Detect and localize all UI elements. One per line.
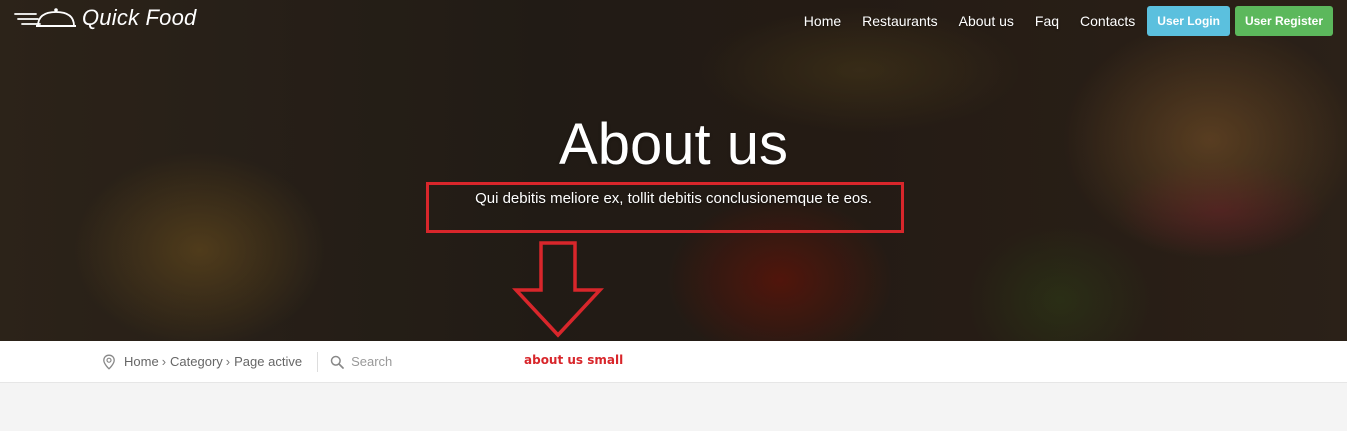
nav-about-us[interactable]: About us	[959, 13, 1014, 29]
brand-logo[interactable]: Quick Food	[14, 4, 197, 32]
breadcrumb-category[interactable]: Category	[170, 354, 223, 369]
breadcrumb-separator: ›	[225, 354, 231, 369]
breadcrumb-bar: Home › Category › Page active about us s…	[0, 341, 1347, 383]
breadcrumb-divider	[317, 351, 319, 372]
annotation-arrow-icon	[512, 241, 604, 338]
user-login-button[interactable]: User Login	[1147, 6, 1230, 36]
search-icon	[330, 355, 344, 369]
nav-restaurants[interactable]: Restaurants	[862, 13, 937, 29]
hero-banner: Quick Food Home Restaurants About us Faq…	[0, 0, 1347, 341]
search-box	[330, 354, 502, 369]
annotation-highlight-box	[426, 182, 904, 233]
page-title: About us	[559, 112, 788, 177]
breadcrumb: Home › Category › Page active	[102, 341, 502, 382]
main-nav: Home Restaurants About us Faq Contacts U…	[804, 6, 1333, 36]
search-input[interactable]	[351, 354, 502, 369]
breadcrumb-page-active: Page active	[234, 354, 303, 369]
nav-contacts[interactable]: Contacts	[1080, 13, 1135, 29]
nav-faq[interactable]: Faq	[1035, 13, 1059, 29]
nav-home[interactable]: Home	[804, 13, 841, 29]
cloche-icon	[14, 8, 76, 27]
breadcrumb-home[interactable]: Home	[124, 354, 159, 369]
user-register-button[interactable]: User Register	[1234, 6, 1333, 36]
breadcrumb-separator: ›	[161, 354, 167, 369]
annotation-label: about us small	[524, 353, 624, 367]
location-pin-icon	[103, 354, 115, 370]
brand-name: Quick Food	[82, 5, 197, 30]
